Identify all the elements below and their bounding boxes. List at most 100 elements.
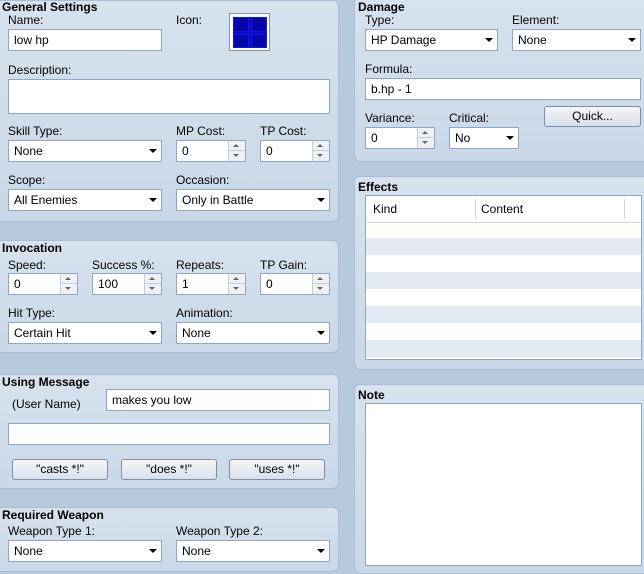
- spin-down-icon[interactable]: [313, 284, 329, 294]
- required-weapon-title: Required Weapon: [2, 508, 104, 522]
- spin-up-icon[interactable]: [313, 141, 329, 151]
- uses-button[interactable]: "uses *!": [229, 459, 325, 480]
- list-item[interactable]: [366, 323, 641, 340]
- hit-type-label: Hit Type:: [8, 306, 56, 320]
- effects-column-kind[interactable]: Kind: [373, 202, 397, 216]
- hit-type-value: Certain Hit: [14, 326, 71, 340]
- variance-value: 0: [371, 131, 378, 145]
- list-item[interactable]: [366, 289, 641, 306]
- damage-type-label: Type:: [365, 13, 395, 27]
- spin-up-icon[interactable]: [418, 128, 434, 138]
- skill-icon-button[interactable]: [229, 13, 270, 51]
- chevron-down-icon: [149, 331, 157, 335]
- mp-cost-label: MP Cost:: [176, 124, 226, 138]
- chevron-down-icon: [317, 549, 325, 553]
- effects-list[interactable]: Kind Content: [365, 195, 642, 360]
- repeats-stepper[interactable]: 1: [176, 273, 246, 295]
- mp-cost-stepper[interactable]: 0: [176, 140, 246, 162]
- scope-label: Scope:: [8, 173, 46, 187]
- damage-type-select[interactable]: HP Damage: [365, 29, 498, 51]
- critical-select[interactable]: No: [449, 127, 519, 149]
- casts-button[interactable]: "casts *!": [12, 459, 108, 480]
- critical-value: No: [455, 131, 471, 145]
- effects-list-header: Kind Content: [366, 196, 641, 223]
- effects-title: Effects: [358, 180, 399, 194]
- message-line2-field[interactable]: [8, 423, 330, 445]
- weapon-type2-value: None: [182, 544, 211, 558]
- speed-value: 0: [14, 277, 21, 291]
- quick-button[interactable]: Quick...: [544, 106, 641, 127]
- spin-up-icon[interactable]: [61, 274, 77, 284]
- success-stepper[interactable]: 100: [92, 273, 162, 295]
- effects-column-content[interactable]: Content: [481, 202, 523, 216]
- spin-down-icon[interactable]: [313, 151, 329, 161]
- tp-gain-label: TP Gain:: [260, 258, 308, 272]
- chevron-down-icon: [149, 549, 157, 553]
- spin-up-icon[interactable]: [229, 274, 245, 284]
- weapon-type2-label: Weapon Type 2:: [176, 524, 263, 538]
- formula-field[interactable]: b.hp - 1: [365, 78, 641, 100]
- variance-stepper[interactable]: 0: [365, 127, 435, 149]
- repeats-value: 1: [182, 277, 189, 291]
- invocation-title: Invocation: [2, 241, 63, 255]
- spin-up-icon[interactable]: [229, 141, 245, 151]
- speed-stepper[interactable]: 0: [8, 273, 78, 295]
- animation-label: Animation:: [176, 306, 233, 320]
- using-message-title: Using Message: [2, 375, 90, 389]
- tp-gain-stepper[interactable]: 0: [260, 273, 330, 295]
- spin-down-icon[interactable]: [229, 284, 245, 294]
- element-value: None: [518, 33, 547, 47]
- damage-title: Damage: [358, 0, 405, 14]
- animation-select[interactable]: None: [176, 322, 330, 344]
- skill-type-value: None: [14, 144, 43, 158]
- weapon-type2-select[interactable]: None: [176, 540, 330, 562]
- scope-select[interactable]: All Enemies: [8, 189, 162, 211]
- chevron-down-icon: [149, 149, 157, 153]
- list-item[interactable]: [366, 255, 641, 272]
- message-line1-field[interactable]: makes you low: [106, 389, 330, 411]
- spin-down-icon[interactable]: [145, 284, 161, 294]
- note-title: Note: [358, 388, 385, 402]
- damage-type-value: HP Damage: [371, 33, 437, 47]
- spin-down-icon[interactable]: [229, 151, 245, 161]
- spin-down-icon[interactable]: [418, 138, 434, 148]
- success-label: Success %:: [92, 258, 155, 272]
- hit-type-select[interactable]: Certain Hit: [8, 322, 162, 344]
- critical-label: Critical:: [449, 111, 490, 125]
- weapon-type1-select[interactable]: None: [8, 540, 162, 562]
- scope-value: All Enemies: [14, 193, 78, 207]
- skill-type-label: Skill Type:: [8, 124, 63, 138]
- spin-up-icon[interactable]: [145, 274, 161, 284]
- column-divider: [475, 199, 476, 219]
- name-label: Name:: [8, 13, 44, 27]
- tp-cost-value: 0: [266, 144, 273, 158]
- tp-gain-value: 0: [266, 277, 273, 291]
- spin-up-icon[interactable]: [313, 274, 329, 284]
- occasion-label: Occasion:: [176, 173, 230, 187]
- repeats-label: Repeats:: [176, 258, 225, 272]
- name-field[interactable]: low hp: [8, 29, 162, 51]
- tp-cost-label: TP Cost:: [260, 124, 307, 138]
- mp-cost-value: 0: [182, 144, 189, 158]
- success-value: 100: [98, 277, 119, 291]
- note-field[interactable]: [365, 403, 642, 566]
- speed-label: Speed:: [8, 258, 47, 272]
- occasion-select[interactable]: Only in Battle: [176, 189, 330, 211]
- list-item[interactable]: [366, 238, 641, 255]
- formula-label: Formula:: [365, 62, 413, 76]
- element-select[interactable]: None: [512, 29, 641, 51]
- blue-tile-icon: [233, 17, 267, 48]
- weapon-type1-label: Weapon Type 1:: [8, 524, 95, 538]
- skill-type-select[interactable]: None: [8, 140, 162, 162]
- list-item[interactable]: [366, 306, 641, 323]
- description-field[interactable]: [8, 79, 330, 114]
- spin-down-icon[interactable]: [61, 284, 77, 294]
- description-label: Description:: [8, 63, 72, 77]
- list-item[interactable]: [366, 340, 641, 357]
- general-settings-title: General Settings: [2, 0, 98, 14]
- list-item[interactable]: [366, 272, 641, 289]
- weapon-type1-value: None: [14, 544, 43, 558]
- does-button[interactable]: "does *!": [121, 459, 217, 480]
- tp-cost-stepper[interactable]: 0: [260, 140, 330, 162]
- chevron-down-icon: [317, 198, 325, 202]
